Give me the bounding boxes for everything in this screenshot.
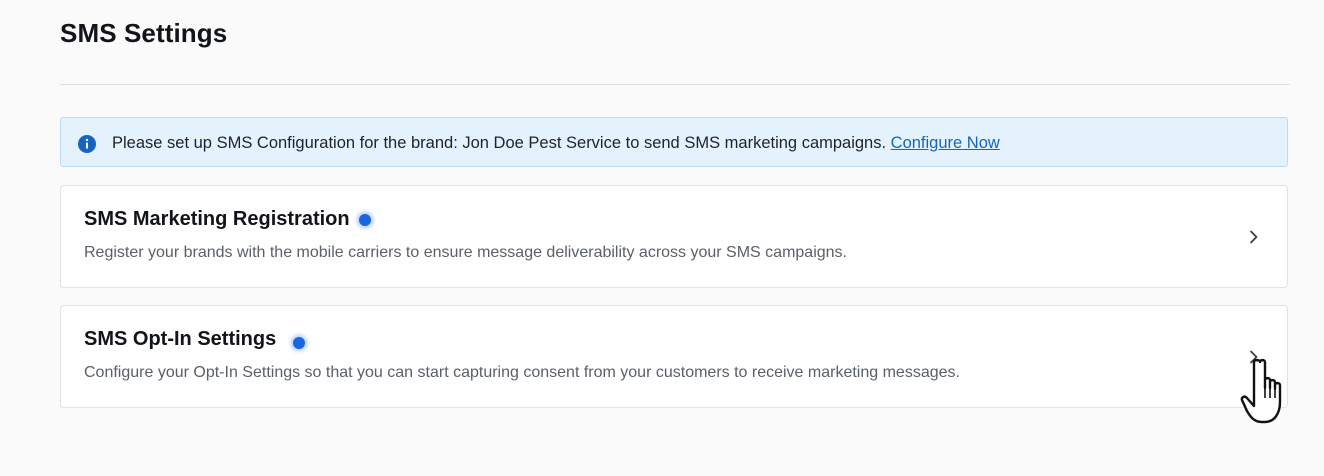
alert-message: Please set up SMS Configuration for the … xyxy=(112,134,891,152)
sms-opt-in-settings-card[interactable]: SMS Opt-In Settings Configure your Opt-I… xyxy=(60,305,1288,408)
status-dot-icon xyxy=(293,337,305,349)
sms-marketing-registration-card[interactable]: SMS Marketing Registration Register your… xyxy=(60,185,1288,288)
chevron-right-icon[interactable] xyxy=(1249,230,1259,244)
status-dot-icon xyxy=(359,214,371,226)
info-icon xyxy=(78,135,96,153)
card-title: SMS Marketing Registration xyxy=(84,208,350,230)
alert-message-container: Please set up SMS Configuration for the … xyxy=(112,134,1000,153)
card-description: Register your brands with the mobile car… xyxy=(84,244,847,261)
sms-configuration-alert: Please set up SMS Configuration for the … xyxy=(60,117,1288,167)
card-title: SMS Opt-In Settings xyxy=(84,328,277,350)
hand-pointer-icon xyxy=(1240,358,1282,424)
card-description: Configure your Opt-In Settings so that y… xyxy=(84,364,960,381)
header-divider xyxy=(60,84,1290,85)
page-title: SMS Settings xyxy=(60,18,228,48)
configure-now-link[interactable]: Configure Now xyxy=(891,134,1000,152)
